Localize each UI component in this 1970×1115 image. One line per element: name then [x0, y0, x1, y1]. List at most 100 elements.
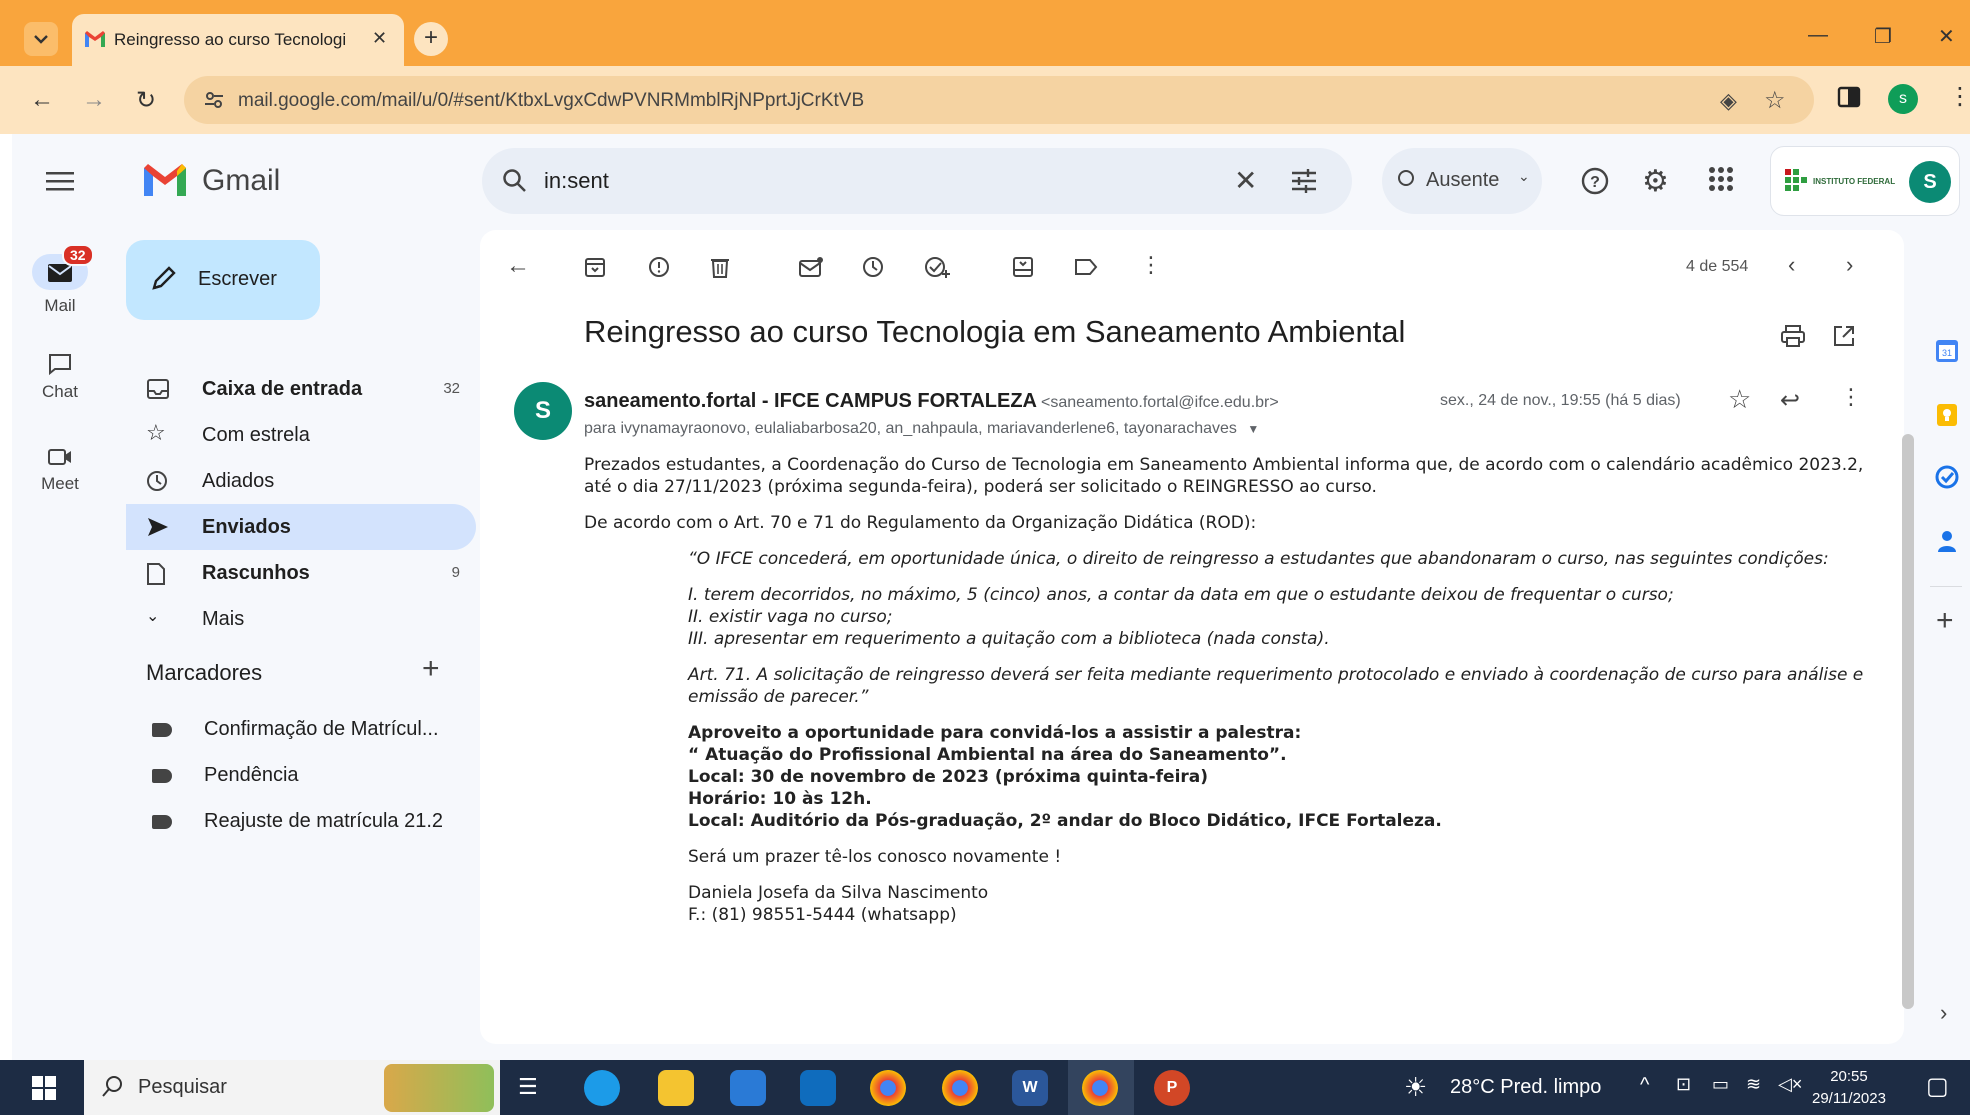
label-as-icon[interactable]	[1074, 256, 1098, 278]
apps-grid-icon[interactable]	[1708, 166, 1734, 192]
message-scrollbar[interactable]	[1902, 434, 1914, 1009]
chrome-profile-icon[interactable]	[942, 1070, 978, 1106]
more-vert-icon[interactable]: ⋮	[1948, 82, 1970, 111]
tab-close-icon[interactable]: ✕	[372, 28, 387, 49]
more-actions-icon[interactable]: ⋮	[1140, 252, 1162, 278]
chrome-active-icon[interactable]	[1082, 1070, 1118, 1106]
older-chevron-icon[interactable]: ›	[1846, 252, 1853, 278]
delete-icon[interactable]	[710, 256, 730, 278]
file-explorer-icon[interactable]	[658, 1070, 694, 1106]
nav-starred[interactable]: ☆ Com estrela	[126, 412, 476, 458]
settings-gear-icon[interactable]: ⚙	[1642, 164, 1669, 199]
newer-chevron-icon[interactable]: ‹	[1788, 252, 1795, 278]
open-new-window-icon[interactable]	[1832, 324, 1856, 348]
sender-name[interactable]: saneamento.fortal - IFCE CAMPUS FORTALEZ…	[584, 390, 1037, 412]
snooze-icon[interactable]	[862, 256, 884, 278]
edge-icon[interactable]	[584, 1070, 620, 1106]
mail-app-icon[interactable]	[800, 1070, 836, 1106]
add-task-icon[interactable]	[924, 256, 950, 278]
restore-icon[interactable]: ❐	[1874, 24, 1892, 49]
message-subject: Reingresso ao curso Tecnologia em Saneam…	[584, 314, 1406, 349]
invite-line: “ Atuação do Profissional Ambiental na á…	[688, 745, 1287, 765]
battery-icon[interactable]: ▭	[1712, 1074, 1729, 1095]
rail-chat[interactable]: Chat	[12, 352, 108, 402]
back-to-list-icon[interactable]: ←	[506, 252, 530, 280]
search-options-icon[interactable]	[1290, 168, 1318, 194]
search-input[interactable]: in:sent	[544, 168, 609, 194]
windows-start-icon[interactable]	[32, 1076, 56, 1100]
compose-button[interactable]: Escrever	[126, 240, 320, 320]
star-message-icon[interactable]: ☆	[1728, 384, 1751, 415]
tab-search-button[interactable]	[24, 22, 58, 56]
clear-search-icon[interactable]: ✕	[1234, 164, 1257, 197]
window-close-icon[interactable]: ✕	[1938, 24, 1955, 49]
nav-inbox[interactable]: Caixa de entrada 32	[126, 366, 476, 412]
account-switcher[interactable]: INSTITUTO FEDERAL S	[1770, 146, 1960, 216]
message-more-icon[interactable]: ⋮	[1840, 384, 1862, 410]
new-tab-button[interactable]: +	[414, 22, 448, 56]
contacts-icon[interactable]	[1934, 528, 1960, 554]
label-item[interactable]: Pendência	[152, 764, 299, 787]
profile-avatar[interactable]: s	[1888, 84, 1918, 114]
side-panel-icon[interactable]	[1836, 84, 1862, 110]
tasks-icon[interactable]	[1934, 464, 1960, 490]
status-selector[interactable]: Ausente ⌄	[1382, 148, 1542, 214]
nav-more[interactable]: ⌄ Mais	[126, 596, 476, 642]
signature-phone: F.: (81) 98551-5444 (whatsapp)	[688, 905, 957, 925]
meet-now-icon[interactable]: ⊡	[1676, 1074, 1691, 1095]
label-item[interactable]: Confirmação de Matrícul...	[152, 718, 439, 741]
recipients-line[interactable]: para ivynamayraonovo, eulaliabarbosa20, …	[584, 420, 1259, 438]
gmail-brand[interactable]: Gmail	[202, 164, 280, 198]
volume-icon[interactable]: ◁×	[1778, 1074, 1802, 1095]
label-tag-icon	[152, 768, 172, 783]
nav-sent[interactable]: Enviados	[126, 504, 476, 550]
site-info-icon[interactable]	[202, 88, 226, 112]
powerpoint-icon[interactable]: P	[1154, 1070, 1190, 1106]
caret-down-icon[interactable]: ▼	[1247, 422, 1259, 436]
archive-icon[interactable]	[584, 256, 606, 278]
notifications-icon[interactable]: ▢	[1926, 1072, 1949, 1101]
task-view-icon[interactable]: ☰	[518, 1074, 538, 1100]
bookmark-star-icon[interactable]: ☆	[1764, 86, 1786, 115]
word-icon[interactable]: W	[1012, 1070, 1048, 1106]
rail-mail[interactable]: 32 Mail	[12, 244, 108, 316]
help-icon[interactable]: ?	[1580, 166, 1610, 196]
back-arrow-icon[interactable]: ←	[30, 86, 54, 114]
keep-icon[interactable]	[1934, 402, 1960, 428]
gmail-favicon-icon	[84, 30, 106, 48]
wifi-icon[interactable]: ≋	[1746, 1074, 1761, 1095]
taskbar-clock[interactable]: 20:55 29/11/2023	[1812, 1066, 1886, 1110]
reload-icon[interactable]: ↻	[136, 86, 156, 115]
status-dot-icon	[1398, 170, 1414, 186]
taskbar-search[interactable]: Pesquisar	[84, 1060, 500, 1115]
gmail-logo-icon[interactable]	[142, 162, 188, 198]
print-icon[interactable]	[1780, 324, 1806, 348]
add-label-icon[interactable]: +	[422, 652, 440, 686]
main-menu-icon[interactable]	[46, 170, 74, 192]
weather-text[interactable]: 28°C Pred. limpo	[1450, 1076, 1601, 1099]
eye-icon[interactable]: ◈	[1720, 88, 1737, 114]
search-bar[interactable]: in:sent ✕	[482, 148, 1352, 214]
body-paragraph: De acordo com o Art. 70 e 71 do Regulame…	[584, 513, 1257, 533]
rail-meet[interactable]: Meet	[12, 446, 108, 494]
nav-snoozed[interactable]: Adiados	[126, 458, 476, 504]
browser-tab[interactable]: Reingresso ao curso Tecnologi ✕	[72, 14, 404, 66]
label-item[interactable]: Reajuste de matrícula 21.2	[152, 810, 443, 833]
side-panel-rail: 31 + ›	[1922, 230, 1970, 1060]
chrome-icon[interactable]	[870, 1070, 906, 1106]
reply-icon[interactable]: ↩	[1780, 386, 1800, 415]
minimize-icon[interactable]: —	[1808, 24, 1828, 47]
move-to-icon[interactable]	[1012, 256, 1034, 278]
mark-unread-icon[interactable]	[798, 256, 824, 278]
expand-panel-icon[interactable]: ›	[1940, 1000, 1947, 1026]
search-icon[interactable]	[502, 168, 528, 194]
sender-avatar[interactable]: S	[514, 382, 572, 440]
nav-drafts[interactable]: Rascunhos 9	[126, 550, 476, 596]
store-icon[interactable]	[730, 1070, 766, 1106]
report-spam-icon[interactable]	[648, 256, 670, 278]
calendar-icon[interactable]: 31	[1934, 338, 1960, 364]
tray-expand-icon[interactable]: ^	[1640, 1074, 1649, 1097]
forward-arrow-icon[interactable]: →	[82, 86, 106, 114]
get-addons-icon[interactable]: +	[1936, 604, 1954, 638]
address-bar[interactable]: mail.google.com/mail/u/0/#sent/KtbxLvgxC…	[184, 76, 1814, 124]
